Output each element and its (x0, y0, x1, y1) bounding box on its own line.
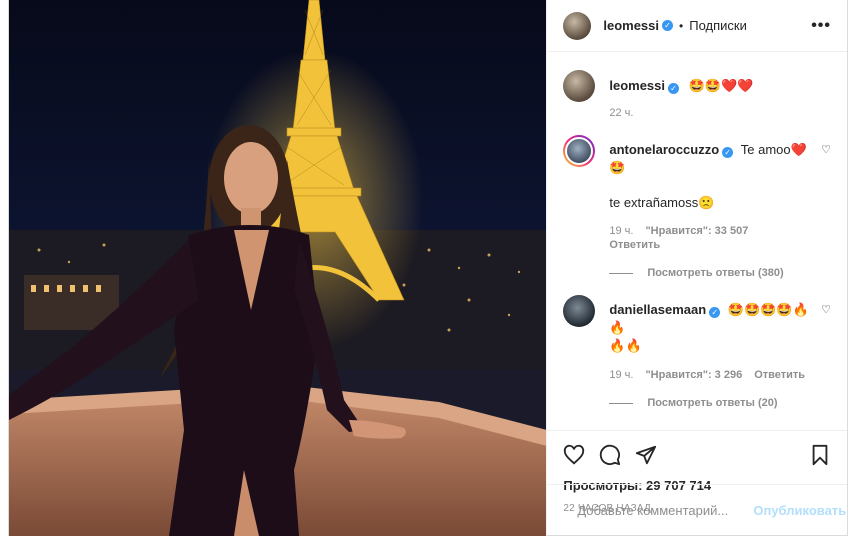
comment-time[interactable]: 19 ч. (609, 225, 633, 237)
verified-icon: ✓ (662, 20, 674, 31)
comment-likes[interactable]: "Нравится": 3 296 (645, 369, 742, 381)
author-avatar[interactable] (563, 11, 592, 40)
view-replies-label: Посмотреть ответы (20) (647, 397, 778, 409)
caption-avatar[interactable] (563, 70, 596, 102)
caption-time[interactable]: 22 ч. (609, 107, 633, 119)
view-replies-button[interactable]: Посмотреть ответы (380) (609, 267, 831, 279)
add-comment-bar: Опубликовать (547, 484, 847, 536)
share-icon[interactable] (635, 444, 657, 466)
verified-icon: ✓ (709, 307, 721, 318)
comment-username[interactable]: daniellasemaan (609, 302, 706, 317)
view-replies-button[interactable]: Посмотреть ответы (20) (609, 397, 831, 409)
author-username[interactable]: leomessi (603, 18, 659, 33)
comment-item: antonelaroccuzzo ✓ Te amoo❤️ 🤩 te extraña… (563, 135, 831, 251)
comment-text-line3: te extrañamoss🙁 (609, 195, 715, 210)
verified-icon: ✓ (722, 147, 734, 158)
more-options-icon[interactable]: ••• (811, 17, 831, 35)
comment-likes[interactable]: "Нравится": 33 507 (645, 225, 748, 237)
divider-line (609, 272, 634, 274)
post-header: leomessi ✓ • Подписки ••• (547, 0, 847, 52)
comment-input[interactable] (577, 503, 754, 518)
comments-list[interactable]: leomessi ✓ 🤩🤩❤️❤️ 22 ч. antonelaroccuzzo ✓… (547, 52, 847, 430)
publish-button[interactable]: Опубликовать (753, 503, 846, 518)
comment-text: Te amoo❤️ (740, 142, 807, 157)
action-bar (547, 430, 847, 478)
bookmark-icon[interactable] (809, 444, 831, 466)
reply-button[interactable]: Ответить (609, 239, 813, 251)
like-comment-heart-icon[interactable]: ♡ (821, 143, 831, 156)
like-comment-heart-icon[interactable]: ♡ (821, 303, 831, 316)
view-replies-label: Посмотреть ответы (380) (647, 267, 784, 279)
caption-username[interactable]: leomessi (609, 78, 665, 93)
comment-item: daniellasemaan ✓ 🤩🤩🤩🤩🔥🔥 🔥🔥 19 ч. "Нравитс… (563, 295, 831, 381)
comment-text-line2: 🔥🔥 (609, 338, 642, 353)
comment-avatar[interactable] (563, 135, 596, 167)
post-container: leomessi ✓ • Подписки ••• leomessi ✓ 🤩🤩❤️… (8, 0, 848, 536)
caption: leomessi ✓ 🤩🤩❤️❤️ 22 ч. (563, 70, 831, 119)
divider-line (609, 402, 634, 404)
post-video[interactable] (9, 0, 547, 536)
video-frame (9, 0, 547, 536)
comment-icon[interactable] (599, 444, 621, 466)
caption-text: 🤩🤩❤️❤️ (688, 78, 754, 93)
separator-dot: • (679, 18, 684, 33)
comment-text-line2: 🤩 (609, 160, 626, 175)
verified-icon: ✓ (668, 83, 680, 94)
following-button[interactable]: Подписки (689, 18, 747, 33)
comment-username[interactable]: antonelaroccuzzo (609, 142, 719, 157)
comment-time[interactable]: 19 ч. (609, 369, 633, 381)
post-sidebar: leomessi ✓ • Подписки ••• leomessi ✓ 🤩🤩❤️… (546, 0, 847, 536)
comment-avatar[interactable] (563, 295, 596, 327)
heart-icon[interactable] (563, 444, 585, 466)
reply-button[interactable]: Ответить (754, 369, 805, 381)
